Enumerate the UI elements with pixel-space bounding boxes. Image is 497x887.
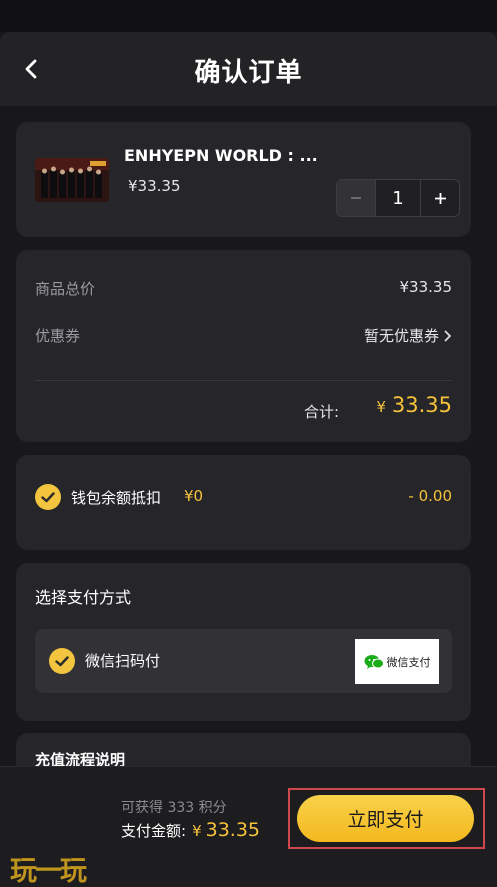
pay-amount-label: 支付金额: (121, 822, 187, 840)
minus-icon (351, 197, 361, 199)
pay-now-button[interactable]: 立即支付 (297, 795, 474, 842)
check-icon (55, 655, 69, 666)
product-thumbnail[interactable] (35, 158, 109, 202)
product-title: ENHYEPN WORLD : ... (124, 146, 318, 165)
highlight-frame: 立即支付 (288, 788, 485, 849)
total-label: 合计: (303, 403, 339, 421)
chevron-right-icon (444, 329, 452, 342)
wallet-balance: ¥0 (184, 487, 204, 505)
page-title: 确认订单 (194, 58, 303, 88)
total-value: 33.35 (391, 393, 452, 417)
product-price: ¥33.35 (128, 177, 181, 195)
coupon-selector[interactable]: 暂无优惠券 (364, 325, 452, 346)
subtotal-value: ¥33.35 (399, 278, 453, 296)
points-text: 可获得 333 积分 (121, 800, 227, 816)
payment-section-title: 选择支付方式 (35, 588, 132, 607)
payment-option-label: 微信扫码付 (85, 652, 161, 670)
total-currency: ¥ (376, 398, 386, 416)
increase-button[interactable] (421, 180, 459, 216)
watermark-logo: 玩一玩 (10, 856, 87, 887)
header: 确认订单 (0, 32, 497, 106)
pay-amount: 支付金额: ¥33.35 (121, 819, 260, 841)
coupon-label: 优惠券 (35, 327, 81, 345)
pay-amount-currency: ¥ (192, 822, 202, 840)
wechat-pay-option[interactable]: 微信扫码付 微信支付 (35, 629, 452, 693)
quantity-stepper: 1 (336, 179, 460, 217)
checkout-bar: 可获得 333 积分 支付金额: ¥33.35 立即支付 玩一玩 (0, 766, 497, 887)
wallet-card: 钱包余额抵扣 ¥0 - 0.00 (16, 455, 471, 550)
status-strip (0, 0, 497, 32)
wallet-label: 钱包余额抵扣 (71, 489, 162, 507)
check-icon (41, 491, 55, 502)
pay-amount-value: 33.35 (205, 819, 261, 841)
subtotal-label: 商品总价 (35, 280, 96, 298)
order-summary-card: 商品总价 ¥33.35 优惠券 暂无优惠券 合计: ¥33.35 (16, 250, 471, 442)
wallet-deduction: - 0.00 (408, 487, 452, 505)
wechat-pay-badge: 微信支付 (355, 639, 439, 684)
plus-icon (434, 192, 446, 204)
wechat-icon (364, 654, 384, 669)
product-card: ENHYEPN WORLD : ... ¥33.35 1 (16, 122, 471, 237)
payment-method-card: 选择支付方式 微信扫码付 微信支付 (16, 563, 471, 721)
wechat-pay-checkbox[interactable] (49, 648, 75, 674)
wechat-pay-badge-text: 微信支付 (386, 655, 431, 669)
quantity-value[interactable]: 1 (375, 180, 421, 216)
divider (35, 380, 452, 381)
wallet-checkbox[interactable] (35, 484, 61, 510)
decrease-button[interactable] (337, 180, 375, 216)
total-amount: ¥33.35 (376, 393, 452, 417)
coupon-value: 暂无优惠券 (363, 327, 439, 345)
